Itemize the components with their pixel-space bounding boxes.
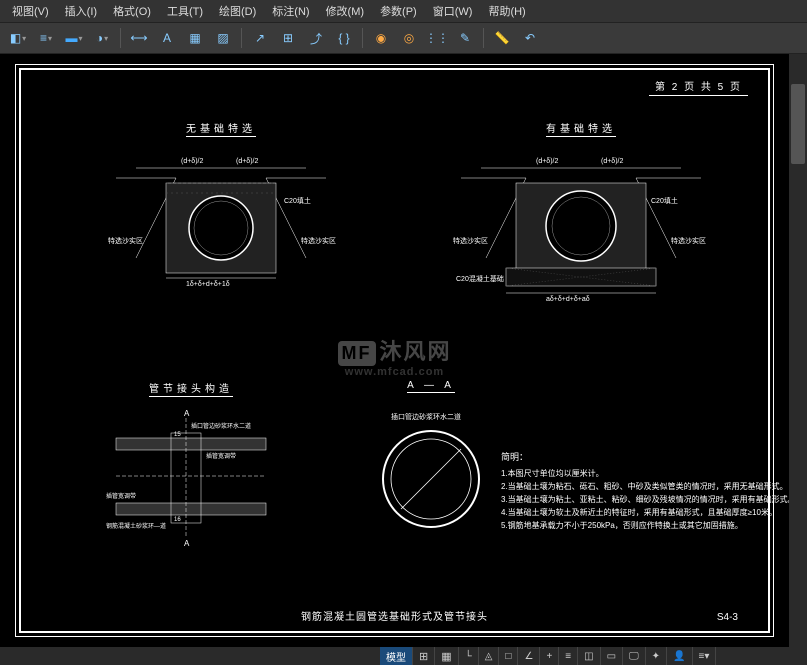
menu-view[interactable]: 视图(V) [4, 1, 57, 21]
text-icon[interactable]: A [154, 25, 180, 51]
svg-text:A: A [184, 539, 190, 548]
snap-icon[interactable]: └ [459, 647, 479, 665]
statusbar: 模型 ⊞ ▦ └ ◬ □ ∠ + ≡ ◫ ▭ 🖵 ✦ 👤 ≡▾ [0, 647, 807, 665]
scrollbar-thumb[interactable] [791, 84, 805, 164]
menu-tools[interactable]: 工具(T) [159, 1, 211, 21]
sc-icon[interactable]: 🖵 [623, 647, 646, 665]
linetype-icon[interactable]: ≡▾ [33, 25, 59, 51]
toolbar: ◧▾ ≡▾ ▬▾ ◑▾ ⟷ A ▦ ▨ ↗ ⊞ ⤴ { } ◉ ◎ ⋮⋮ ✎ 📏… [0, 22, 807, 54]
hatch-icon[interactable]: ▨ [210, 25, 236, 51]
lineweight-icon[interactable]: ▬▾ [61, 25, 87, 51]
group-icon[interactable]: ◉ [368, 25, 394, 51]
leader-icon[interactable]: ↗ [247, 25, 273, 51]
am-icon[interactable]: ✦ [646, 647, 667, 665]
svg-text:特选沙实区: 特选沙实区 [671, 236, 706, 245]
svg-text:特选沙实区: 特选沙实区 [108, 236, 143, 245]
svg-text:aδ+δ+d+δ+aδ: aδ+δ+d+δ+aδ [546, 296, 590, 303]
svg-text:(d+δ)/2: (d+δ)/2 [181, 158, 203, 165]
transparency-icon[interactable]: ◫ [578, 647, 600, 665]
menu-draw[interactable]: 绘图(D) [211, 1, 264, 21]
svg-text:C20填土: C20填土 [284, 196, 311, 205]
person-icon[interactable]: 👤 [667, 647, 692, 665]
table-icon[interactable]: ⊞ [275, 25, 301, 51]
menu-help[interactable]: 帮助(H) [480, 1, 533, 21]
modify-icon[interactable]: ✎ [452, 25, 478, 51]
svg-text:插口管边砂浆环水二道: 插口管边砂浆环水二道 [391, 412, 461, 421]
sheet-number: S4-3 [717, 612, 738, 623]
svg-text:特选沙实区: 特选沙实区 [301, 236, 336, 245]
layer-icon[interactable]: ◧▾ [5, 25, 31, 51]
model-tab[interactable]: 模型 [380, 647, 413, 665]
sheet-title: 钢筋混凝土圆管选基础形式及管节接头 [301, 608, 488, 623]
polar-icon[interactable]: ◬ [479, 647, 500, 665]
page-info: 第 2 页 共 5 页 [649, 78, 748, 93]
dim-icon[interactable]: ⟷ [126, 25, 152, 51]
mleader-icon[interactable]: ⤴ [303, 25, 329, 51]
undo-icon[interactable]: ↶ [517, 25, 543, 51]
menu-modify[interactable]: 修改(M) [318, 1, 373, 21]
grid-icon[interactable]: ⊞ [413, 647, 435, 665]
osnap-icon[interactable]: □ [499, 647, 518, 665]
qp-icon[interactable]: ▭ [601, 647, 623, 665]
drawing-canvas[interactable]: 第 2 页 共 5 页 无基础特选 (d+δ)/2 [0, 54, 789, 647]
svg-text:16: 16 [174, 517, 181, 523]
menu-window[interactable]: 窗口(W) [425, 1, 481, 21]
svg-text:15: 15 [174, 432, 181, 438]
measure-icon[interactable]: 📏 [489, 25, 515, 51]
align-icon[interactable]: ◎ [396, 25, 422, 51]
detail-with-foundation: 有基础特选 (d+δ)/2 (d+δ)/2 [441, 120, 721, 308]
menu-param[interactable]: 参数(P) [372, 1, 425, 21]
dyn-icon[interactable]: + [540, 647, 559, 665]
svg-text:插口管边砂浆环水二道: 插口管边砂浆环水二道 [191, 422, 251, 430]
svg-text:C20填土: C20填土 [651, 196, 678, 205]
svg-text:钢筋混凝土砂浆环—道: 钢筋混凝土砂浆环—道 [106, 522, 166, 530]
detail-section-aa: A — A 插口管边砂浆环水二道 [341, 380, 521, 544]
vertical-scrollbar[interactable] [789, 54, 807, 647]
svg-text:插管宽调带: 插管宽调带 [206, 452, 236, 460]
svg-text:1δ+δ+d+δ+1δ: 1δ+δ+d+δ+1δ [186, 281, 230, 288]
svg-text:(d+δ)/2: (d+δ)/2 [236, 158, 258, 165]
otrack-icon[interactable]: ∠ [518, 647, 540, 665]
field-icon[interactable]: { } [331, 25, 357, 51]
svg-text:A: A [184, 409, 190, 418]
menu-format[interactable]: 格式(O) [105, 1, 159, 21]
customize-icon[interactable]: ≡▾ [693, 647, 717, 665]
array-icon[interactable]: ⋮⋮ [424, 25, 450, 51]
svg-text:特选沙实区: 特选沙实区 [453, 236, 488, 245]
notes: 简明： 1.本图尺寸单位均以厘米计。 2.当基础土壤为粘石、砾石、粗砂、中砂及类… [501, 450, 789, 532]
svg-text:(d+δ)/2: (d+δ)/2 [601, 158, 623, 165]
layout-grid-icon[interactable]: ▦ [435, 647, 458, 665]
svg-text:(d+δ)/2: (d+δ)/2 [536, 158, 558, 165]
menubar: 视图(V) 插入(I) 格式(O) 工具(T) 绘图(D) 标注(N) 修改(M… [0, 0, 807, 22]
block-icon[interactable]: ▦ [182, 25, 208, 51]
detail-joint: 管节接头构造 A A 插口管边砂浆环水二道 插管宽调带 插管宽调带 钢筋混凝土砂… [91, 380, 291, 548]
lwt-icon[interactable]: ≡ [559, 647, 578, 665]
color-icon[interactable]: ◑▾ [89, 25, 115, 51]
menu-dim[interactable]: 标注(N) [264, 1, 317, 21]
svg-text:插管宽调带: 插管宽调带 [106, 492, 136, 500]
menu-insert[interactable]: 插入(I) [57, 1, 105, 21]
svg-text:C20混凝土基础: C20混凝土基础 [456, 274, 504, 283]
detail-no-foundation: 无基础特选 (d+δ)/2 (d+δ)/2 C20填土 [91, 120, 351, 288]
